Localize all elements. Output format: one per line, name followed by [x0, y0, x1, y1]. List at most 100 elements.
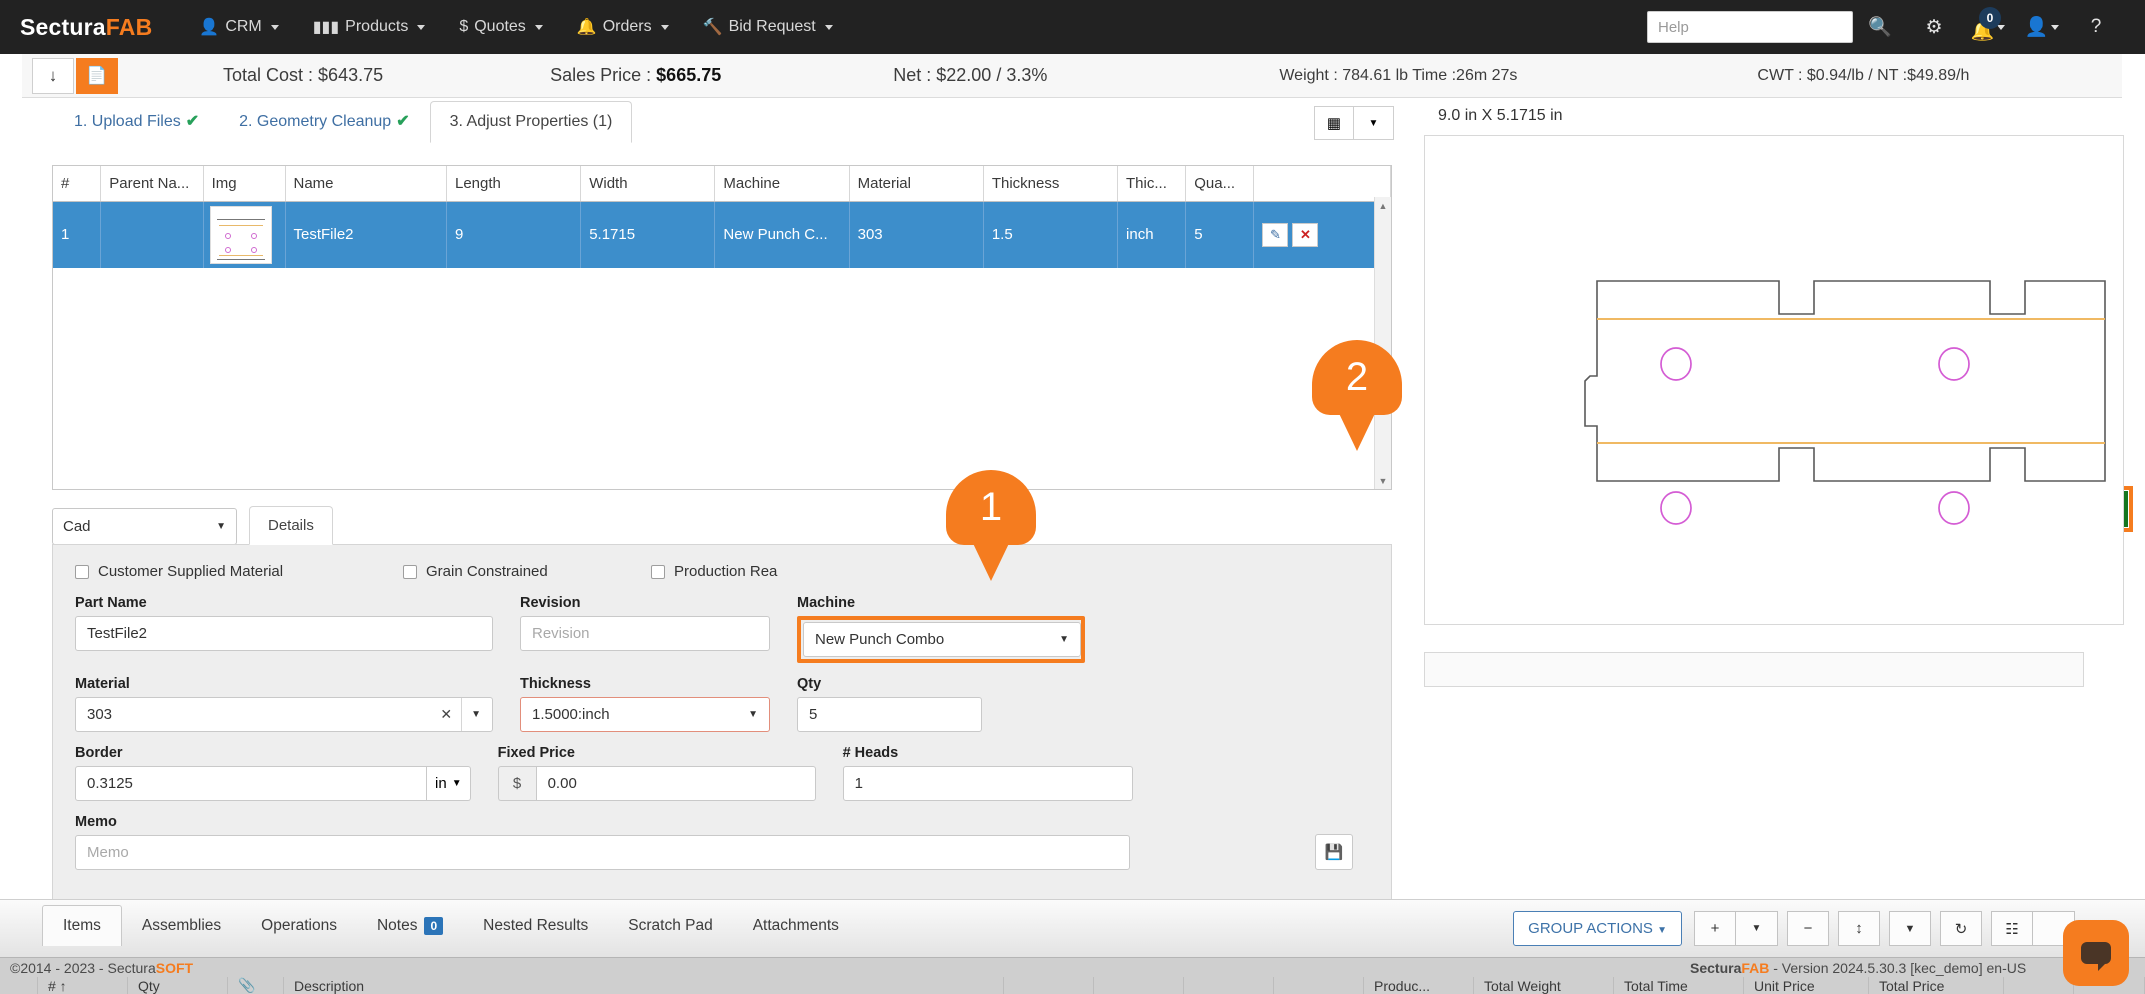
grid-table-icon[interactable]: ☷ [1991, 911, 2033, 946]
app-logo[interactable]: SecturaFAB [20, 14, 152, 41]
gcol-7[interactable] [1184, 977, 1274, 994]
col-quantity[interactable]: Qua... [1186, 166, 1254, 202]
col-name[interactable]: Name [285, 166, 447, 202]
border-input[interactable]: 0.3125 [75, 766, 427, 801]
copyright-text: ©2014 - 2023 - SecturaSOFT [10, 960, 193, 976]
col-number[interactable]: # [53, 166, 101, 202]
nav-item-orders[interactable]: 🔔 Orders [560, 0, 686, 54]
bottom-tab-assemblies[interactable]: Assemblies [122, 906, 241, 946]
parts-grid: # Parent Na... Img Name Length Width Mac… [52, 165, 1392, 490]
edit-pencil-icon[interactable]: ✎ [1262, 223, 1288, 247]
gcol-6[interactable] [1094, 977, 1184, 994]
border-unit-select[interactable]: in▼ [427, 766, 471, 801]
qty-input[interactable]: 5 [797, 697, 982, 732]
plus-icon[interactable]: + [1694, 911, 1736, 946]
gcol-total-weight[interactable]: Total Weight [1474, 977, 1614, 994]
heads-input[interactable]: 1 [843, 766, 1133, 801]
table-row[interactable]: 1 TestFile2 9 5.1715 [53, 202, 1391, 268]
chat-bubble-icon[interactable] [2063, 920, 2129, 986]
chevron-down-icon[interactable]: ▼ [1354, 106, 1394, 140]
delete-x-icon[interactable]: ✕ [1292, 223, 1318, 247]
checkbox-production-ready[interactable]: Production Rea [651, 563, 777, 580]
thickness-dropdown[interactable]: 1.5000:inch ▼ [520, 697, 770, 732]
cell-img [203, 202, 285, 268]
cad-type-select[interactable]: Cad ▼ [52, 508, 237, 545]
checkbox-grain-constrained[interactable]: Grain Constrained [403, 563, 651, 580]
checkbox-customer-supplied-material[interactable]: Customer Supplied Material [75, 563, 403, 580]
help-search-input[interactable]: Help [1647, 11, 1853, 43]
machine-dropdown[interactable]: New Punch Combo ▼ [803, 622, 1081, 657]
col-parent-name[interactable]: Parent Na... [101, 166, 203, 202]
preview-canvas[interactable] [1424, 135, 2124, 625]
clear-x-icon[interactable]: ✕ [440, 706, 452, 723]
save-disk-icon[interactable]: 💾 [1315, 834, 1353, 870]
caret-down-icon[interactable]: ▼ [1736, 911, 1778, 946]
bottom-tab-notes[interactable]: Notes 0 [357, 906, 463, 946]
tab-geometry-cleanup[interactable]: 2. Geometry Cleanup✔ [219, 99, 429, 143]
checkbox-box[interactable] [651, 565, 665, 579]
gcol-total-time[interactable]: Total Time [1614, 977, 1744, 994]
col-thickness[interactable]: Thickness [983, 166, 1117, 202]
gcol-8[interactable] [1274, 977, 1364, 994]
col-material[interactable]: Material [849, 166, 983, 202]
bottom-tab-items[interactable]: Items [42, 905, 122, 946]
col-length[interactable]: Length [447, 166, 581, 202]
scroll-down-icon[interactable]: ▼ [1375, 472, 1391, 489]
revision-input[interactable]: Revision [520, 616, 770, 651]
form-row-2: Material 303 ✕ ▼ Thickness 1.5000:inch ▼… [75, 676, 1369, 732]
nav-item-products[interactable]: ▮▮▮ Products [296, 0, 443, 54]
bottom-tab-nested-results[interactable]: Nested Results [463, 906, 608, 946]
nav-items: 👤 CRM ▮▮▮ Products $ Quotes 🔔 Orders 🔨 B… [182, 0, 849, 54]
gcol-attachment-icon[interactable]: 📎 [228, 977, 284, 994]
nav-item-crm[interactable]: 👤 CRM [182, 0, 295, 54]
notifications-bell-icon[interactable]: 0 🔔 [1961, 0, 2015, 54]
tab-details[interactable]: Details [249, 506, 333, 545]
chevron-down-icon[interactable]: ▼ [471, 709, 481, 720]
grid-table-icon[interactable]: ▦ [1314, 106, 1354, 140]
col-thickness-unit[interactable]: Thic... [1118, 166, 1186, 202]
bottom-tab-scratch-pad[interactable]: Scratch Pad [608, 906, 732, 946]
bottom-tab-attachments[interactable]: Attachments [733, 906, 859, 946]
tab-upload-files[interactable]: 1. Upload Files✔ [54, 99, 219, 143]
gcol-14[interactable] [2004, 977, 2074, 994]
dollar-icon: $ [459, 18, 468, 36]
part-name-input[interactable]: TestFile2 [75, 616, 493, 651]
chevron-down-icon [417, 25, 425, 30]
checkbox-box[interactable] [403, 565, 417, 579]
refresh-icon[interactable]: ↻ [1940, 911, 1982, 946]
checkbox-box[interactable] [75, 565, 89, 579]
chat-glyph [2081, 942, 2111, 964]
field-label: Fixed Price [498, 745, 816, 761]
col-img[interactable]: Img [203, 166, 285, 202]
gear-icon[interactable]: ⚙ [1907, 0, 1961, 54]
fixed-price-input[interactable]: 0.00 [536, 766, 816, 801]
user-account-icon[interactable]: 👤 [2015, 0, 2069, 54]
field-label: Thickness [520, 676, 770, 692]
gcol-total-price[interactable]: Total Price [1869, 977, 2004, 994]
gcol-number[interactable]: # ↑ [38, 977, 128, 994]
col-machine[interactable]: Machine [715, 166, 849, 202]
nav-item-bid-request[interactable]: 🔨 Bid Request [686, 0, 850, 54]
memo-input[interactable]: Memo [75, 835, 1130, 870]
download-arrow-icon[interactable]: ↓ [32, 58, 74, 94]
gcol-description[interactable]: Description [284, 977, 1004, 994]
tab-adjust-properties[interactable]: 3. Adjust Properties (1) [430, 101, 633, 143]
document-icon[interactable]: 📄 [76, 58, 118, 94]
gcol-qty[interactable]: Qty [128, 977, 228, 994]
gcol-product[interactable]: Produc... [1364, 977, 1474, 994]
height-icon[interactable]: ↕ [1838, 911, 1880, 946]
search-icon[interactable]: 🔍 [1853, 0, 1907, 54]
group-actions-button[interactable]: GROUP ACTIONS ▼ [1513, 911, 1682, 946]
filter-icon[interactable]: ▼ [1889, 911, 1931, 946]
nav-item-quotes[interactable]: $ Quotes [442, 0, 560, 54]
minus-icon[interactable]: − [1787, 911, 1829, 946]
question-mark-icon[interactable]: ? [2069, 0, 2123, 54]
gcol-0[interactable] [0, 977, 38, 994]
col-width[interactable]: Width [581, 166, 715, 202]
scroll-up-icon[interactable]: ▲ [1375, 197, 1391, 214]
gcol-unit-price[interactable]: Unit Price [1744, 977, 1869, 994]
gcol-5[interactable] [1004, 977, 1094, 994]
material-input[interactable]: 303 ✕ ▼ [75, 697, 493, 732]
bottom-tab-operations[interactable]: Operations [241, 906, 357, 946]
sales-price: Sales Price : $665.75 [550, 65, 721, 86]
